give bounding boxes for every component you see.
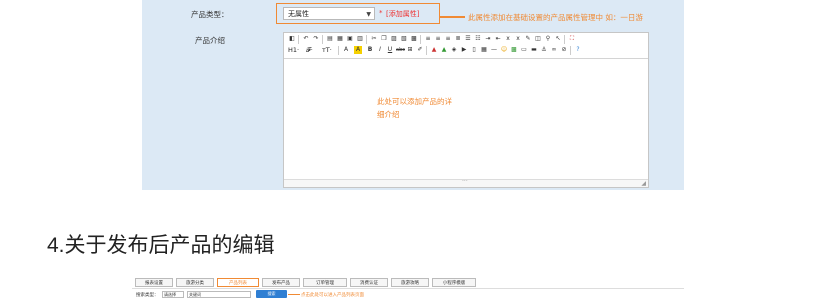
copy-icon[interactable]: ❐ <box>380 35 388 43</box>
line-height-icon[interactable]: ⊞ <box>406 46 414 54</box>
multi-image-icon[interactable]: ▲ <box>440 46 448 54</box>
code-icon[interactable]: ▥ <box>356 35 364 43</box>
preview-icon[interactable]: ▤ <box>326 35 334 43</box>
toolbar-divider <box>570 46 571 55</box>
superscript-icon[interactable]: x <box>514 35 522 43</box>
product-intro-label: 产品介绍 <box>195 36 225 45</box>
rich-text-editor: ◧ ↶ ↷ ▤ ▦ ▣ ▥ ✂ ❐ ▨ ▧ ▩ ≡ ≡ ≡ ≣ ☰ ☷ ⇥ ⇤ … <box>283 32 649 188</box>
horizontal-rule-icon[interactable]: — <box>490 46 498 54</box>
mini-search-type-select[interactable]: 请选择 <box>162 291 184 298</box>
mini-search-label: 搜索类型： <box>136 293 159 298</box>
mini-tab-active[interactable]: 产品列表 <box>217 278 259 287</box>
unordered-list-icon[interactable]: ☷ <box>474 35 482 43</box>
remove-format-icon[interactable]: ✐ <box>416 46 424 54</box>
mini-search-input[interactable]: 关键词 <box>187 291 251 298</box>
editor-statusbar: ··· ◢ <box>284 178 648 187</box>
editor-toolbar-row-2: H1· 𝓕· тT· A A B I U abc ⊞ ✐ ▲ ▲ ◈ ▶ ▯ ▦… <box>284 45 648 56</box>
editor-hint: 此处可以添加产品的详 细介绍 <box>377 95 477 121</box>
toolbar-divider <box>322 35 323 44</box>
underline-icon[interactable]: U <box>386 46 394 54</box>
emoticon-icon[interactable]: ☺ <box>500 46 508 54</box>
mini-tab[interactable]: 订单管理 <box>303 278 347 287</box>
editor-hint-line-2: 细介绍 <box>377 110 400 119</box>
highlight-color-icon[interactable]: A <box>354 46 362 54</box>
media-icon[interactable]: ▶ <box>460 46 468 54</box>
align-right-icon[interactable]: ≡ <box>444 35 452 43</box>
insert-file-icon[interactable]: ▯ <box>470 46 478 54</box>
italic-icon[interactable]: I <box>376 46 384 54</box>
mini-tab[interactable]: 报表设置 <box>135 278 173 287</box>
print-icon[interactable]: ▦ <box>336 35 344 43</box>
format-painter-icon[interactable]: ⚲ <box>544 35 552 43</box>
code-block-icon[interactable]: ▭ <box>520 46 528 54</box>
select-all-icon[interactable]: ◫ <box>534 35 542 43</box>
mini-search-button[interactable]: 搜索 <box>256 290 287 298</box>
align-center-icon[interactable]: ≡ <box>434 35 442 43</box>
flash-icon[interactable]: ◈ <box>450 46 458 54</box>
unlink-icon[interactable]: ⊘ <box>560 46 568 54</box>
statusbar-center-mark: ··· <box>462 178 468 185</box>
product-type-label: 产品类型： <box>191 10 229 19</box>
cursor-icon[interactable]: ↖ <box>554 35 562 43</box>
heading-dropdown[interactable]: H1· <box>288 46 299 55</box>
toolbar-divider <box>564 35 565 44</box>
map-icon[interactable]: ▩ <box>510 46 518 54</box>
attribute-note: 此属性添加在基础设置的产品属性管理中 如：一日游 <box>468 13 643 22</box>
anchor-icon[interactable]: ⚓ <box>540 46 548 54</box>
cut-icon[interactable]: ✂ <box>370 35 378 43</box>
toolbar-divider <box>366 35 367 44</box>
ordered-list-icon[interactable]: ☰ <box>464 35 472 43</box>
section-heading: 4.关于发布后产品的编辑 <box>47 234 275 257</box>
help-icon[interactable]: ? <box>574 46 582 54</box>
fullscreen-icon[interactable]: ⛶ <box>568 35 576 43</box>
strikethrough-icon[interactable]: abc <box>396 46 405 54</box>
indent-icon[interactable]: ⇥ <box>484 35 492 43</box>
editor-toolbar-row-1: ◧ ↶ ↷ ▤ ▦ ▣ ▥ ✂ ❐ ▨ ▧ ▩ ≡ ≡ ≡ ≣ ☰ ☷ ⇥ ⇤ … <box>284 34 648 45</box>
mini-screenshot: 报表设置 旅游分类 产品列表 发布产品 订单管理 消费认证 旅游攻略 小程序模版… <box>132 276 684 300</box>
source-icon[interactable]: ◧ <box>288 35 296 43</box>
subscript-icon[interactable]: x <box>504 35 512 43</box>
mini-tab[interactable]: 小程序模版 <box>432 278 476 287</box>
toolbar-divider <box>420 35 421 44</box>
mini-tab[interactable]: 发布产品 <box>262 278 300 287</box>
mini-tab-divider <box>132 288 684 289</box>
page-break-icon[interactable]: ▬ <box>530 46 538 54</box>
paste-word-icon[interactable]: ▩ <box>410 35 418 43</box>
paste-icon[interactable]: ▨ <box>390 35 398 43</box>
callout-line <box>440 16 465 18</box>
table-icon[interactable]: ▦ <box>480 46 488 54</box>
font-color-icon[interactable]: A <box>342 46 350 54</box>
clear-format-icon[interactable]: ✎ <box>524 35 532 43</box>
mini-tab[interactable]: 旅游攻略 <box>391 278 429 287</box>
mini-callout-line <box>288 294 300 295</box>
mini-note: 点击此处可以进入产品列表页面 <box>301 293 364 298</box>
font-family-dropdown[interactable]: 𝓕· <box>306 46 313 55</box>
undo-icon[interactable]: ↶ <box>302 35 310 43</box>
toolbar-divider <box>338 46 339 55</box>
toolbar-divider <box>426 46 427 55</box>
outdent-icon[interactable]: ⇤ <box>494 35 502 43</box>
callout-box <box>276 3 440 24</box>
paste-text-icon[interactable]: ▧ <box>400 35 408 43</box>
toolbar-divider <box>298 35 299 44</box>
mini-tab[interactable]: 消费认证 <box>350 278 388 287</box>
mini-tab[interactable]: 旅游分类 <box>176 278 214 287</box>
editor-hint-line-1: 此处可以添加产品的详 <box>377 97 452 106</box>
template-icon[interactable]: ▣ <box>346 35 354 43</box>
link-icon[interactable]: ∞ <box>550 46 558 54</box>
image-icon[interactable]: ▲ <box>430 46 438 54</box>
redo-icon[interactable]: ↷ <box>312 35 320 43</box>
align-justify-icon[interactable]: ≣ <box>454 35 462 43</box>
font-size-dropdown[interactable]: тT· <box>322 46 332 55</box>
editor-content-area[interactable]: 此处可以添加产品的详 细介绍 <box>284 58 648 179</box>
bold-icon[interactable]: B <box>366 46 374 54</box>
resize-grip-icon[interactable]: ◢ <box>641 180 646 187</box>
align-left-icon[interactable]: ≡ <box>424 35 432 43</box>
